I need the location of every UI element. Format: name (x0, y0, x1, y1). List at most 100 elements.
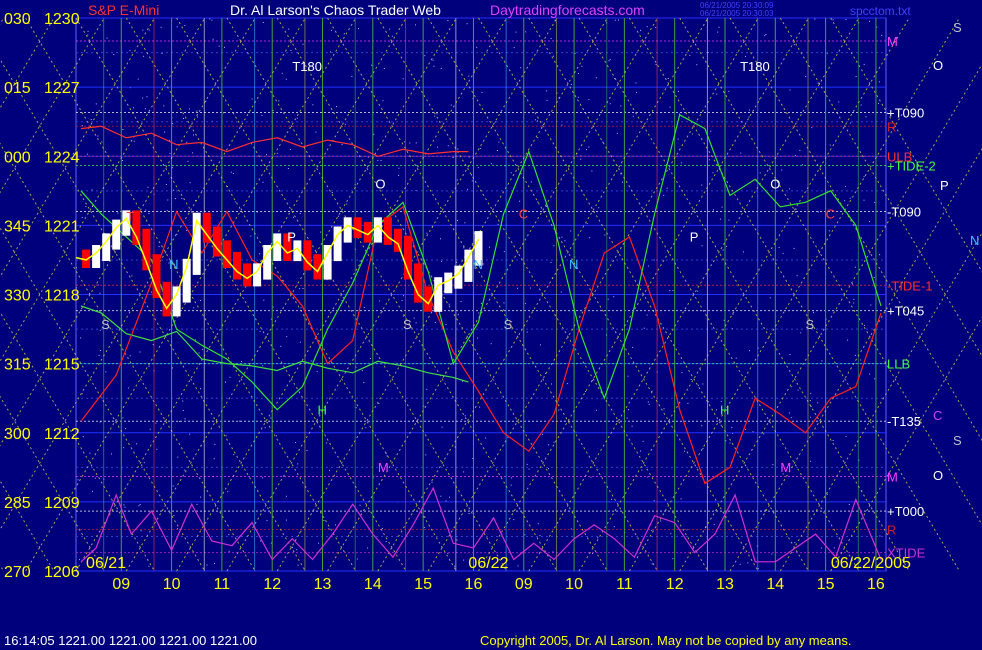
star-dot (302, 288, 304, 289)
star-dot (558, 409, 560, 411)
y-tick-angle: 270 (4, 564, 31, 581)
star-dot (592, 553, 594, 554)
star-dot (821, 360, 823, 362)
price-bar (444, 272, 453, 294)
star-dot (234, 201, 236, 203)
star-dot (577, 96, 579, 98)
star-dot (865, 116, 867, 118)
star-dot (701, 425, 703, 427)
star-dot (81, 393, 83, 395)
star-dot (805, 76, 807, 77)
x-tick-label: 10 (565, 576, 583, 593)
star-dot (133, 140, 135, 142)
star-dot (81, 217, 83, 218)
star-dot (355, 407, 357, 409)
chart-marker: P (287, 230, 296, 245)
star-dot (511, 477, 513, 479)
page-title: Dr. Al Larson's Chaos Trader Web (230, 2, 441, 18)
instrument-label: S&P E-Mini (88, 2, 160, 18)
star-dot (490, 163, 492, 165)
star-dot (223, 112, 224, 114)
copyright-notice: Copyright 2005, Dr. Al Larson. May not b… (480, 633, 852, 648)
star-dot (295, 442, 296, 443)
star-dot (227, 491, 229, 493)
star-dot (167, 199, 169, 201)
star-dot (585, 391, 586, 392)
star-dot (616, 132, 618, 134)
x-tick-label: 13 (716, 576, 734, 593)
star-dot (635, 82, 637, 84)
star-dot (87, 30, 89, 32)
side-letter: O (933, 58, 943, 73)
star-dot (139, 504, 141, 505)
star-dot (288, 28, 290, 30)
star-dot (183, 118, 184, 119)
star-dot (701, 184, 703, 186)
star-dot (810, 460, 812, 462)
star-dot (173, 515, 175, 517)
star-dot (201, 348, 203, 350)
star-dot (179, 420, 181, 422)
star-dot (229, 376, 231, 378)
x-tick-label: 13 (314, 576, 332, 593)
star-dot (745, 429, 747, 430)
price-bar (243, 263, 252, 287)
star-dot (613, 296, 615, 298)
star-dot (149, 428, 151, 430)
price-bar (353, 217, 362, 238)
star-dot (440, 238, 441, 240)
star-dot (369, 358, 371, 359)
star-dot (148, 365, 150, 367)
star-dot (382, 100, 384, 102)
site-link[interactable]: Daytradingforecasts.com (490, 2, 645, 18)
star-dot (590, 476, 592, 478)
x-tick-label: 12 (666, 576, 684, 593)
right-label: -T135 (887, 414, 921, 429)
star-dot (868, 221, 870, 223)
star-dot (142, 97, 144, 99)
star-dot (299, 213, 301, 214)
star-dot (647, 265, 649, 267)
side-letter: O (933, 468, 943, 483)
star-dot (378, 403, 380, 404)
star-dot (622, 181, 623, 183)
star-dot (707, 401, 709, 403)
star-dot (164, 131, 166, 133)
star-dot (759, 98, 760, 100)
chart-marker: N (569, 257, 578, 272)
star-dot (454, 565, 456, 567)
price-bar (233, 251, 241, 280)
star-dot (172, 367, 173, 369)
star-dot (336, 106, 337, 108)
star-dot (140, 530, 142, 532)
star-dot (331, 192, 333, 193)
star-dot (759, 172, 761, 174)
star-dot (691, 133, 693, 135)
star-dot (669, 106, 671, 108)
star-dot (169, 139, 171, 141)
y-tick-angle: 000 (4, 149, 31, 166)
star-dot (879, 254, 881, 256)
star-dot (542, 433, 544, 435)
star-dot (788, 412, 790, 414)
star-dot (647, 401, 649, 403)
chart-marker: C (519, 206, 528, 221)
star-dot (586, 222, 588, 224)
chart-marker: N (473, 257, 482, 272)
star-dot (270, 417, 272, 419)
star-dot (198, 352, 200, 354)
star-dot (143, 462, 145, 464)
star-dot (796, 275, 798, 277)
star-dot (870, 304, 872, 306)
star-dot (457, 314, 459, 316)
y-tick-price: 1206 (44, 564, 80, 581)
y-tick-price: 1209 (44, 495, 80, 512)
star-dot (539, 535, 541, 537)
y-tick-angle: 345 (4, 218, 31, 235)
x-tick-label: 14 (364, 576, 382, 593)
star-dot (389, 28, 391, 30)
star-dot (561, 236, 563, 238)
y-tick-angle: 015 (4, 80, 31, 97)
chaos-trader-chart: T180 T180O OP PN N NS S S SH HM MC CT 030 1230015 122… (0, 0, 982, 650)
star-dot (259, 253, 261, 255)
